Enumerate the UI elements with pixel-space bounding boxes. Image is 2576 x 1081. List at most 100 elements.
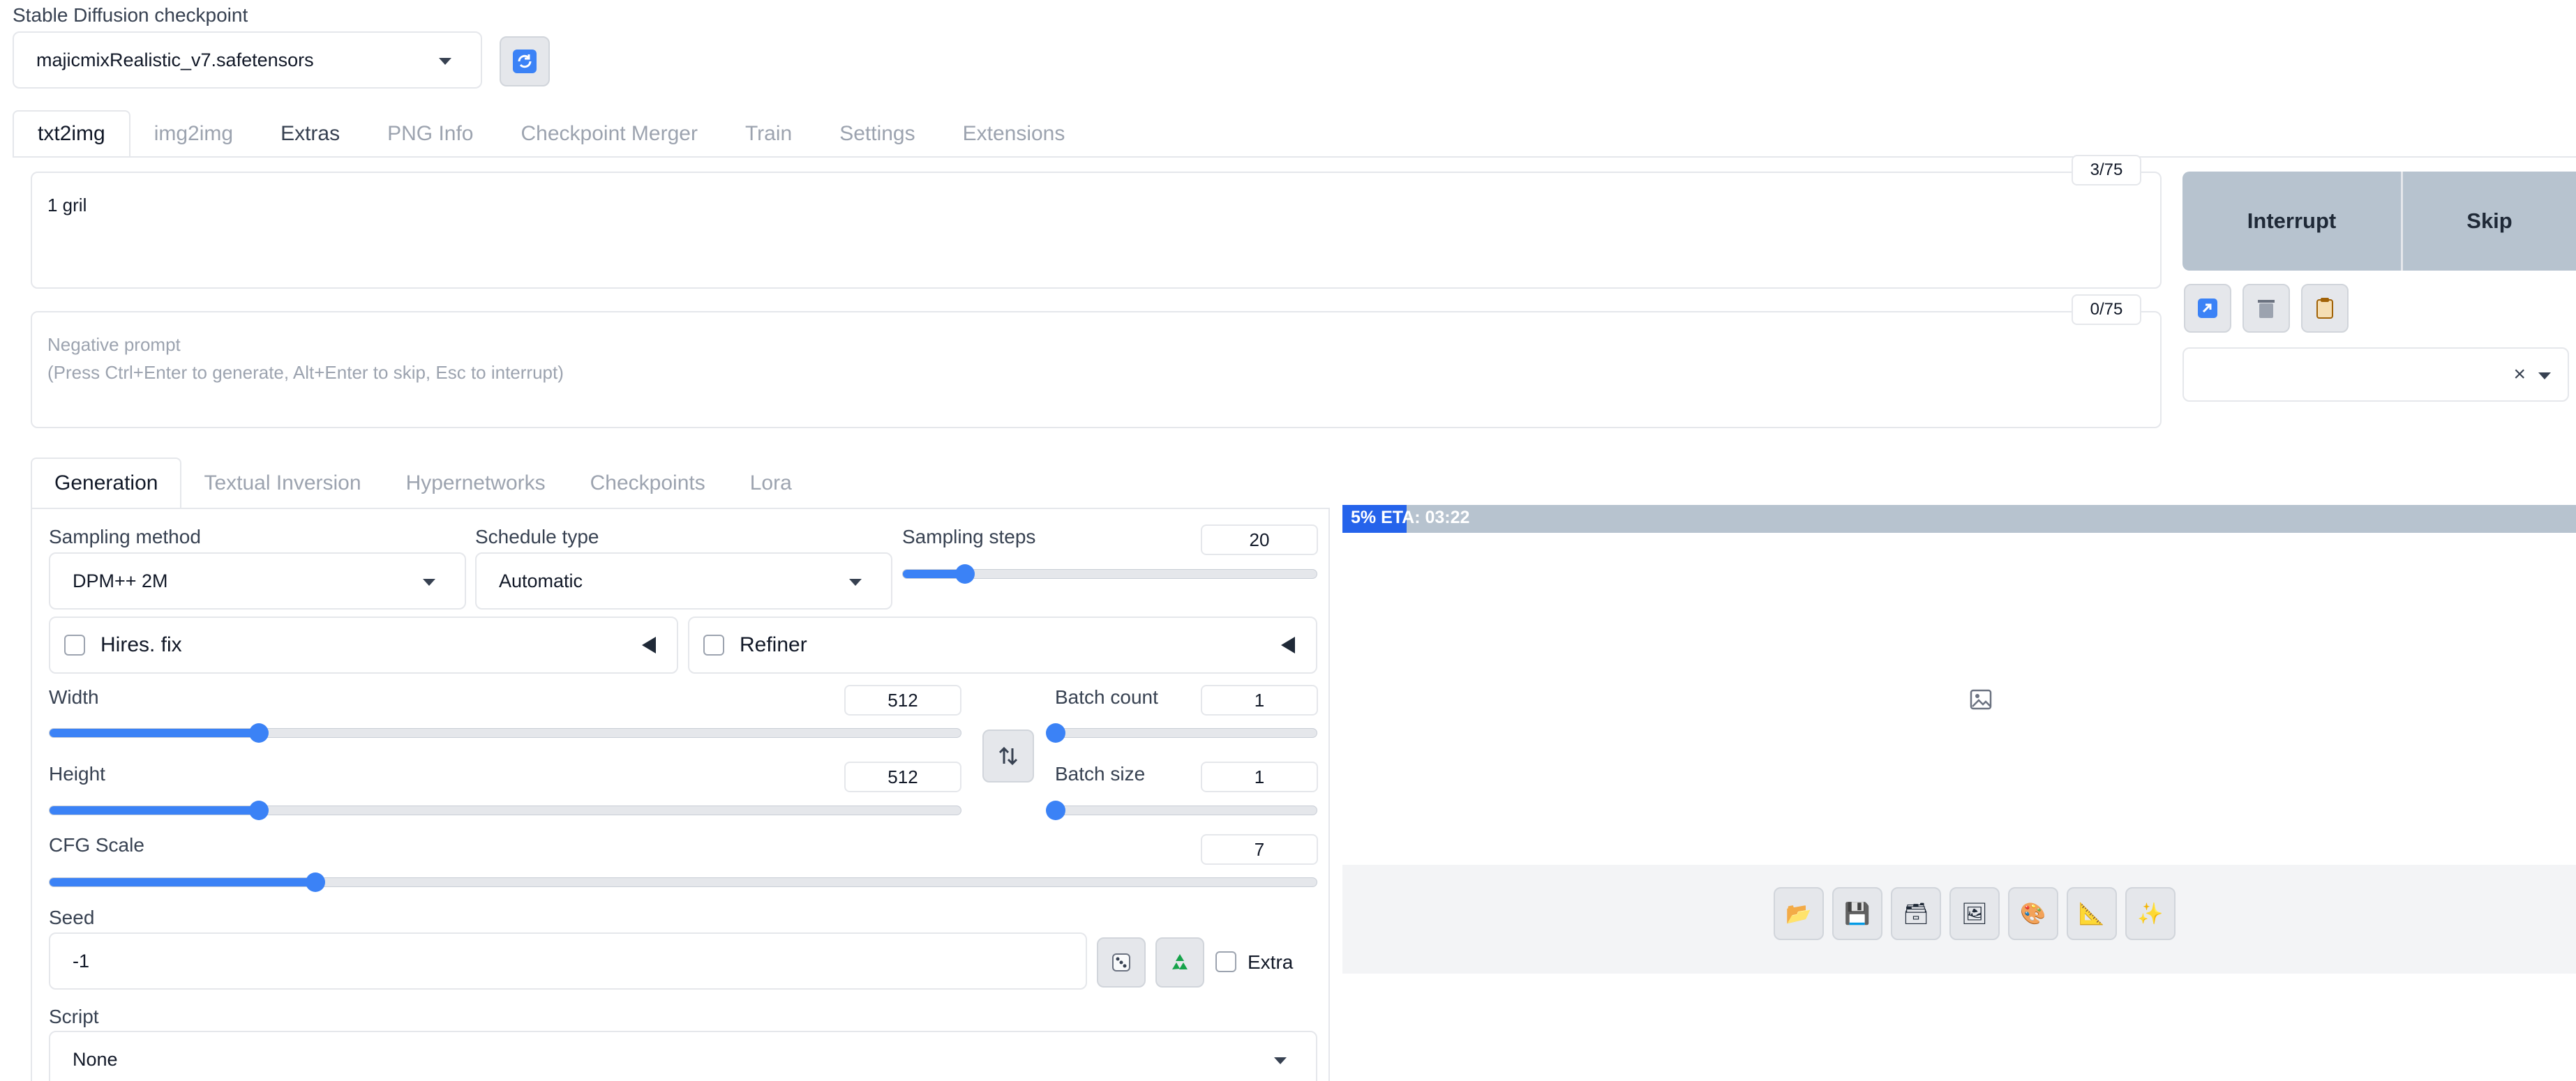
refiner-label: Refiner [740, 633, 807, 656]
output-image-area[interactable] [1351, 533, 2576, 865]
tab-checkpoints[interactable]: Checkpoints [568, 458, 728, 509]
paste-button[interactable] [2184, 284, 2231, 333]
tab-settings[interactable]: Settings [816, 110, 938, 158]
hires-fix-checkbox[interactable] [64, 635, 85, 656]
batch-count-input[interactable]: 1 [1201, 685, 1318, 716]
batch-size-label: Batch size [1055, 763, 1146, 785]
height-input[interactable]: 512 [844, 762, 961, 792]
checkpoint-select[interactable]: majicmixRealistic_v7.safetensors [13, 31, 482, 89]
sparkle-icon: ✨ [2137, 902, 2164, 925]
send-to-extras-button[interactable]: 📐 [2067, 887, 2117, 940]
skip-button[interactable]: Skip [2403, 172, 2576, 271]
interrupt-button[interactable]: Interrupt [2182, 172, 2403, 271]
upscale-button[interactable]: ✨ [2125, 887, 2176, 940]
cfg-scale-slider[interactable] [49, 872, 1317, 892]
send-to-extras-icon: 📐 [2079, 902, 2105, 925]
sampling-steps-label: Sampling steps [902, 526, 1036, 547]
progress-bar: 5% ETA: 03:22 [1342, 505, 2576, 533]
tab-png-info[interactable]: PNG Info [364, 110, 497, 158]
cfg-scale-input[interactable]: 7 [1201, 834, 1318, 865]
slider-handle[interactable] [954, 564, 975, 584]
refiner-checkbox[interactable] [703, 635, 724, 656]
extra-networks-button[interactable] [2301, 284, 2349, 333]
checkpoint-label: Stable Diffusion checkpoint [13, 4, 248, 26]
height-fill [50, 801, 269, 820]
send-to-inpaint-button[interactable]: 🎨 [2008, 887, 2058, 940]
image-icon [1970, 689, 1992, 710]
tab-extras[interactable]: Extras [257, 110, 364, 158]
folder-icon: 📂 [1785, 902, 1812, 925]
script-select[interactable]: None [49, 1031, 1317, 1081]
reuse-seed-button[interactable] [1155, 937, 1204, 988]
script-value: None [73, 1048, 118, 1070]
seed-extra-label: Extra [1248, 951, 1294, 973]
width-fill [50, 723, 269, 743]
negative-prompt-placeholder: Negative prompt [47, 334, 181, 355]
schedule-type-select[interactable]: Automatic [475, 552, 892, 610]
tab-generation[interactable]: Generation [31, 458, 182, 509]
trash-icon [2258, 300, 2275, 318]
zip-button[interactable]: 🗃 [1891, 887, 1941, 940]
chevron-down-icon [2538, 372, 2551, 379]
sampling-method-select[interactable]: DPM++ 2M [49, 552, 466, 610]
swap-dimensions-button[interactable] [982, 730, 1034, 783]
tab-hypernetworks[interactable]: Hypernetworks [384, 458, 568, 509]
width-input[interactable]: 512 [844, 685, 961, 716]
chevron-down-icon [423, 579, 435, 586]
open-folder-button[interactable]: 📂 [1774, 887, 1824, 940]
tab-textual-inversion[interactable]: Textual Inversion [181, 458, 383, 509]
hires-fix-accordion[interactable]: Hires. fix [49, 617, 678, 674]
chevron-down-icon [1274, 1057, 1287, 1064]
refresh-checkpoint-button[interactable] [500, 36, 550, 86]
slider-handle[interactable] [1046, 801, 1065, 820]
slider-handle[interactable] [1046, 723, 1065, 743]
paste-icon [2198, 298, 2217, 318]
styles-select[interactable]: × [2182, 347, 2569, 402]
prompt-input[interactable]: 1 gril [31, 172, 2162, 289]
refiner-accordion[interactable]: Refiner [688, 617, 1317, 674]
cfg-scale-fill [50, 872, 326, 892]
height-label: Height [49, 763, 105, 785]
send-to-img2img-button[interactable]: 🖼 [1949, 887, 2000, 940]
height-slider[interactable] [49, 801, 961, 820]
checkpoint-value: majicmixRealistic_v7.safetensors [36, 49, 314, 70]
tab-train[interactable]: Train [721, 110, 816, 158]
sampling-steps-fill [903, 564, 975, 584]
tab-lora[interactable]: Lora [728, 458, 814, 509]
seed-label: Seed [49, 907, 95, 928]
clear-prompt-button[interactable] [2242, 284, 2290, 333]
batch-size-slider[interactable] [1046, 801, 1317, 820]
tab-checkpoint-merger[interactable]: Checkpoint Merger [497, 110, 721, 158]
clipboard-icon [2316, 298, 2333, 319]
seed-input[interactable]: -1 [49, 932, 1087, 990]
random-seed-button[interactable] [1097, 937, 1146, 988]
schedule-type-value: Automatic [499, 570, 583, 591]
negative-prompt-token-counter: 0/75 [2072, 294, 2141, 325]
width-slider[interactable] [49, 723, 961, 743]
save-icon: 💾 [1844, 902, 1871, 925]
progress-text: 5% ETA: 03:22 [1351, 508, 1470, 527]
clear-styles-icon[interactable]: × [2513, 363, 2526, 386]
collapse-triangle-icon[interactable] [1281, 637, 1295, 653]
seed-extra-checkbox[interactable] [1215, 951, 1236, 972]
tab-extensions[interactable]: Extensions [939, 110, 1089, 158]
sampling-steps-input[interactable]: 20 [1201, 524, 1318, 555]
seed-value: -1 [73, 950, 90, 972]
recycle-icon [1172, 954, 1188, 969]
tab-img2img[interactable]: img2img [130, 110, 257, 158]
batch-size-input[interactable]: 1 [1201, 762, 1318, 792]
send-to-inpaint-icon: 🎨 [2020, 902, 2046, 925]
send-to-img2img-icon: 🖼 [1961, 902, 1989, 925]
width-label: Width [49, 686, 99, 708]
sampling-steps-slider[interactable] [902, 564, 1317, 584]
prompt-token-counter: 3/75 [2072, 155, 2141, 186]
tab-txt2img[interactable]: txt2img [13, 110, 130, 158]
save-button[interactable]: 💾 [1832, 887, 1882, 940]
sampling-method-label: Sampling method [49, 526, 201, 547]
generate-actions: Interrupt Skip [2182, 172, 2576, 271]
zip-icon: 🗃 [1902, 902, 1930, 925]
negative-prompt-input[interactable]: Negative prompt (Press Ctrl+Enter to gen… [31, 311, 2162, 428]
sampling-method-value: DPM++ 2M [73, 570, 168, 591]
collapse-triangle-icon[interactable] [642, 637, 656, 653]
batch-count-slider[interactable] [1046, 723, 1317, 743]
